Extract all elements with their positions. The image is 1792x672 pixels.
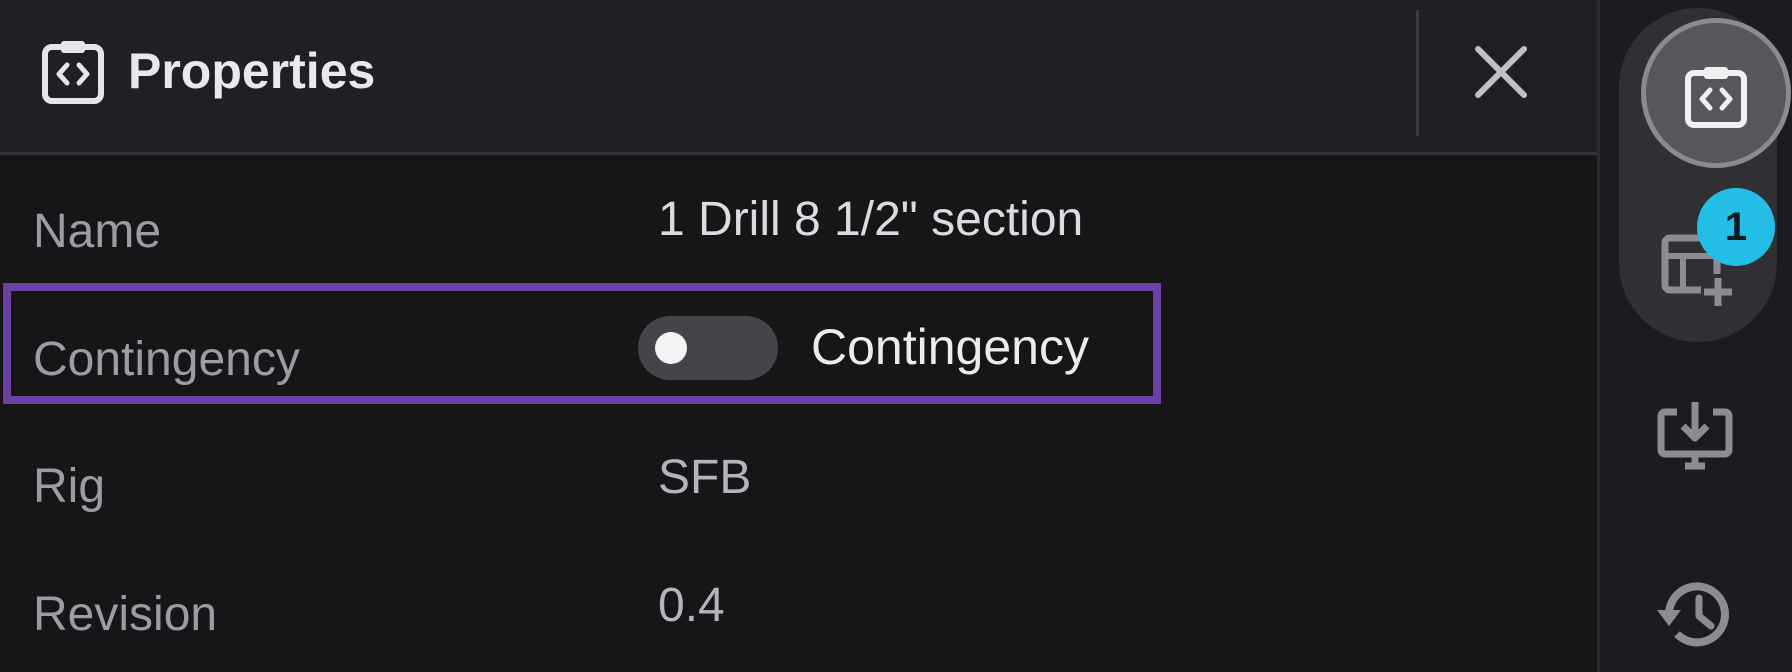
rail-download-button[interactable] (1647, 390, 1747, 490)
property-row-name: Name 1 Drill 8 1/2" section (0, 155, 1597, 283)
property-value-rig: SFB (658, 451, 752, 504)
panel-title: Properties (128, 43, 376, 99)
app-root: Properties Name 1 Drill 8 1/2" section C… (0, 0, 1792, 672)
rail-properties-button[interactable] (1641, 18, 1791, 168)
notification-badge: 1 (1697, 188, 1775, 266)
panel-header: Properties (0, 0, 1597, 155)
property-value-revision: 0.4 (658, 579, 725, 632)
clipboard-code-icon (1685, 67, 1747, 128)
monitor-download-icon (1657, 402, 1733, 470)
toggle-knob (655, 332, 687, 364)
rail-group (1619, 8, 1791, 342)
header-divider (1416, 10, 1419, 136)
property-label-revision: Revision (33, 588, 218, 641)
property-row-rig: Rig SFB (0, 410, 1597, 538)
contingency-toggle[interactable] (638, 316, 778, 380)
rail-history-button[interactable] (1647, 564, 1747, 664)
properties-panel: Properties Name 1 Drill 8 1/2" section C… (0, 0, 1597, 672)
close-button[interactable] (1468, 36, 1534, 108)
property-label-rig: Rig (33, 460, 106, 513)
property-value-name: 1 Drill 8 1/2" section (658, 193, 1084, 246)
property-label-contingency: Contingency (33, 333, 300, 386)
close-icon (1475, 46, 1527, 98)
history-icon (1657, 582, 1729, 647)
clipboard-code-icon (40, 38, 106, 104)
property-label-name: Name (33, 205, 162, 258)
contingency-toggle-label[interactable]: Contingency (811, 318, 1089, 376)
property-row-revision: Revision 0.4 (0, 538, 1597, 666)
right-rail (1597, 0, 1792, 672)
